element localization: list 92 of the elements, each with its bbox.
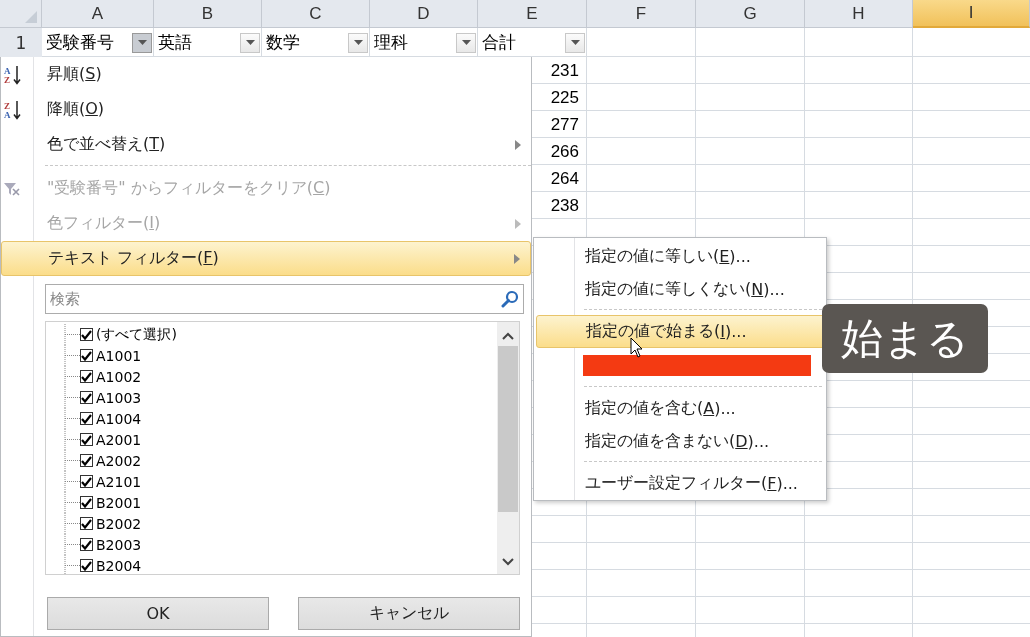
menu-item[interactable]: テキスト フィルター(F) bbox=[1, 241, 531, 276]
filter-dropdown-button[interactable] bbox=[132, 32, 152, 53]
checkbox[interactable] bbox=[80, 517, 93, 530]
tree-line-icon bbox=[64, 324, 80, 345]
tree-line-icon bbox=[64, 429, 80, 450]
tree-line-icon bbox=[64, 471, 80, 492]
checkbox[interactable] bbox=[80, 412, 93, 425]
checkmark-icon bbox=[81, 518, 92, 529]
checkmark-icon bbox=[81, 413, 92, 424]
tree-line-icon bbox=[64, 408, 80, 429]
menu-item[interactable]: Z A 降順(O) bbox=[1, 92, 531, 127]
table-cell: 277 bbox=[550, 114, 579, 135]
filter-dropdown-button[interactable] bbox=[565, 32, 585, 53]
checkmark-icon bbox=[81, 392, 92, 403]
checkbox[interactable] bbox=[80, 370, 93, 383]
search-icon bbox=[501, 290, 519, 308]
checkbox[interactable] bbox=[80, 328, 93, 341]
caption: 始まる bbox=[822, 304, 988, 373]
tree-line-icon bbox=[64, 450, 80, 471]
tree-line-icon bbox=[64, 555, 80, 574]
checkbox-label[interactable]: A1002 bbox=[96, 368, 142, 385]
checkbox-label[interactable]: B2001 bbox=[96, 494, 142, 511]
checkbox-label[interactable]: (すべて選択) bbox=[96, 325, 177, 344]
table-cell: 266 bbox=[550, 141, 579, 162]
table-cell: 理科 bbox=[374, 31, 408, 54]
table-cell: 238 bbox=[550, 195, 579, 216]
caret-icon bbox=[461, 40, 471, 45]
checkbox[interactable] bbox=[80, 433, 93, 446]
tree-line-icon bbox=[64, 387, 80, 408]
filter-dropdown-button[interactable] bbox=[456, 32, 476, 53]
dialog-button[interactable]: キャンセル bbox=[298, 597, 520, 630]
checkbox-label[interactable]: A2101 bbox=[96, 473, 142, 490]
table-cell: 231 bbox=[550, 60, 579, 81]
checkbox[interactable] bbox=[80, 454, 93, 467]
checkmark-icon bbox=[81, 560, 92, 571]
menu-item[interactable]: A Z 昇順(S) bbox=[1, 57, 531, 92]
checkmark-icon bbox=[81, 476, 92, 487]
table-cell: 合計 bbox=[482, 31, 516, 54]
menu-item[interactable]: 指定の値に等しくない(N)... bbox=[534, 273, 826, 307]
tree-line-icon bbox=[64, 366, 80, 387]
checkmark-icon bbox=[81, 539, 92, 550]
table-cell: 数学 bbox=[266, 31, 300, 54]
tree-line-icon bbox=[64, 492, 80, 513]
menu-item[interactable]: 指定の値を含む(A)... bbox=[534, 391, 826, 425]
checkbox[interactable] bbox=[80, 538, 93, 551]
scrollbar-thumb[interactable] bbox=[498, 346, 518, 512]
checkmark-icon bbox=[81, 497, 92, 508]
caret-icon bbox=[245, 40, 255, 45]
checkmark-icon bbox=[81, 455, 92, 466]
checkbox-label[interactable]: A2002 bbox=[96, 452, 142, 469]
table-cell: 225 bbox=[550, 87, 579, 108]
menu-item[interactable]: 指定の値に等しい(E)... bbox=[534, 240, 826, 274]
filter-dropdown-button[interactable] bbox=[240, 32, 260, 53]
tree-line-icon bbox=[64, 513, 80, 534]
row-number: 1 bbox=[14, 31, 28, 55]
triangle-icon bbox=[25, 11, 37, 23]
column-header[interactable]: I bbox=[913, 0, 1030, 28]
table-cell: 264 bbox=[550, 168, 579, 189]
scroll-down-icon bbox=[502, 558, 514, 566]
caret-icon bbox=[570, 40, 580, 45]
filter-dropdown-button[interactable] bbox=[348, 32, 368, 53]
checkbox-label[interactable]: B2004 bbox=[96, 557, 142, 574]
checkbox[interactable] bbox=[80, 496, 93, 509]
dialog-button[interactable]: OK bbox=[47, 597, 269, 630]
menu-item[interactable]: 色で並べ替え(T) bbox=[1, 127, 531, 162]
checkbox[interactable] bbox=[80, 559, 93, 572]
checkbox[interactable] bbox=[80, 391, 93, 404]
cursor-icon bbox=[630, 337, 644, 359]
filter-clear-icon bbox=[3, 180, 21, 197]
table-cell: 英語 bbox=[158, 31, 192, 54]
tree-line-icon bbox=[64, 534, 80, 555]
table-cell: 受験番号 bbox=[46, 31, 114, 54]
menu-item[interactable]: ユーザー設定フィルター(F)... bbox=[534, 466, 826, 500]
checkbox-label[interactable]: A1003 bbox=[96, 389, 142, 406]
checkmark-icon bbox=[81, 434, 92, 445]
checkbox-label[interactable]: A2001 bbox=[96, 431, 142, 448]
checkbox-label[interactable]: A1001 bbox=[96, 347, 142, 364]
checkbox[interactable] bbox=[80, 475, 93, 488]
caret-icon bbox=[353, 40, 363, 45]
checkbox-label[interactable]: B2002 bbox=[96, 515, 142, 532]
checkbox-label[interactable]: B2003 bbox=[96, 536, 142, 553]
scroll-up-icon bbox=[502, 332, 514, 340]
menu-item[interactable]: 指定の値を含まない(D)... bbox=[534, 425, 826, 459]
checkmark-icon bbox=[81, 371, 92, 382]
checkmark-icon bbox=[81, 329, 92, 340]
tree-line-icon bbox=[64, 345, 80, 366]
scrollbar[interactable] bbox=[497, 322, 519, 574]
checkbox-label[interactable]: A1004 bbox=[96, 410, 142, 427]
checkmark-icon bbox=[81, 350, 92, 361]
search-field[interactable]: 検索 bbox=[45, 284, 524, 314]
caret-icon bbox=[137, 40, 147, 45]
checkbox[interactable] bbox=[80, 349, 93, 362]
